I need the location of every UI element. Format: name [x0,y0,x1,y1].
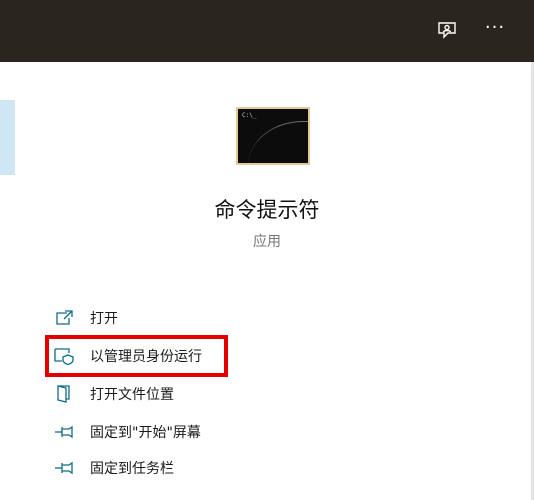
feedback-icon [438,22,456,39]
open-icon [52,308,76,328]
action-open-file-location[interactable]: 打开文件位置 [52,379,272,409]
action-open-label: 打开 [90,311,118,327]
selected-result-indicator [0,100,15,175]
command-prompt-icon: C:\_ [236,107,310,165]
app-type: 应用 [253,234,281,250]
highlight-annotation-box [45,335,228,377]
action-pin-to-taskbar-label: 固定到任务栏 [90,461,174,477]
action-open[interactable]: 打开 [52,303,272,333]
file-location-icon [52,384,76,404]
more-options-icon: ··· [484,17,506,38]
action-pin-to-start[interactable]: 固定到"开始"屏幕 [52,417,272,447]
action-open-file-location-label: 打开文件位置 [90,387,174,403]
pin-icon [52,422,76,442]
more-options-button[interactable]: ··· [480,16,510,46]
action-pin-to-start-label: 固定到"开始"屏幕 [90,425,201,441]
header-bar: ··· [0,0,534,62]
feedback-button[interactable] [432,16,462,46]
action-pin-to-taskbar[interactable]: 固定到任务栏 [52,453,272,483]
app-name: 命令提示符 [214,198,320,222]
pin-icon [52,458,76,478]
